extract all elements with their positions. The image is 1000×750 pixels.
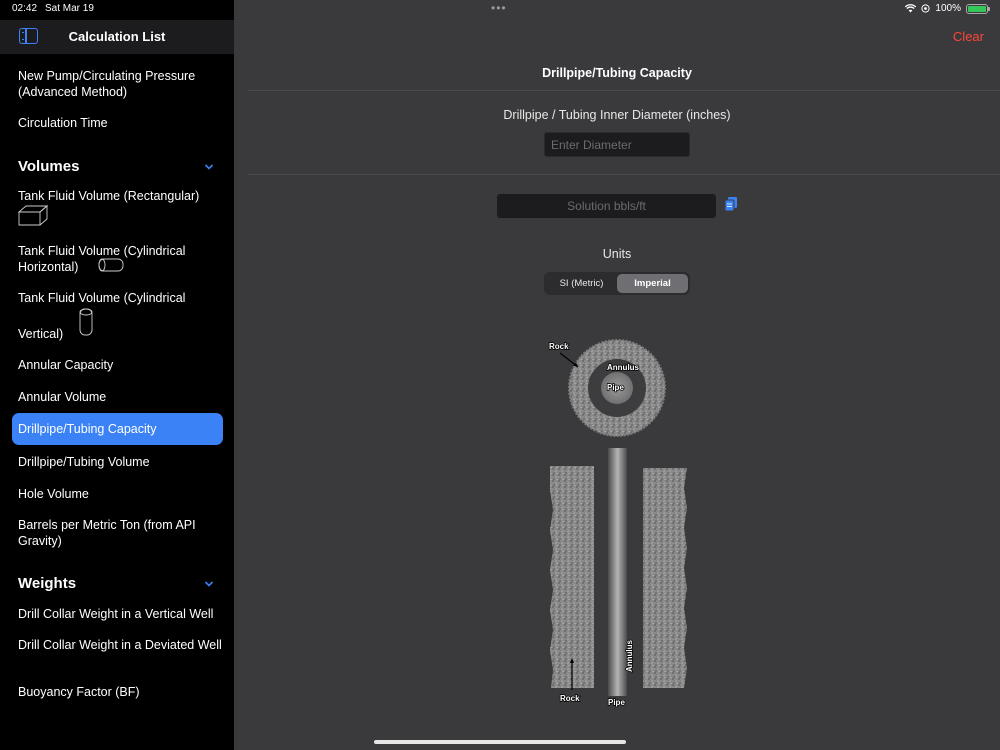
units-segmented-control: SI (Metric) Imperial bbox=[544, 272, 690, 295]
sidebar-item-circulation-time[interactable]: Circulation Time bbox=[18, 115, 223, 131]
sidebar-item-buoyancy[interactable]: Buoyancy Factor (BF) bbox=[18, 684, 223, 700]
pipe-diagram: Annulus Pipe Rock Annulus Rock Pipe bbox=[548, 339, 687, 708]
sidebar-item-new-pump-pressure[interactable]: New Pump/Circulating Pressure (Advanced … bbox=[18, 68, 223, 100]
sidebar-item-collar-deviated[interactable]: Drill Collar Weight in a Deviated Well bbox=[18, 637, 223, 653]
battery-icon bbox=[966, 3, 990, 14]
status-date: Sat Mar 19 bbox=[45, 3, 94, 14]
battery-percent: 100% bbox=[935, 3, 961, 14]
page-title: Drillpipe/Tubing Capacity bbox=[542, 66, 692, 80]
box-shape-icon bbox=[18, 205, 48, 226]
main-panel: Clear Drillpipe/Tubing Capacity Drillpip… bbox=[234, 0, 1000, 750]
status-bar: 02:42 Sat Mar 19 ••• 100% bbox=[0, 0, 1000, 20]
sidebar-title: Calculation List bbox=[68, 29, 166, 44]
sidebar-header: Calculation List bbox=[0, 20, 234, 54]
units-option-si[interactable]: SI (Metric) bbox=[546, 274, 617, 293]
sidebar-item-hole-volume[interactable]: Hole Volume bbox=[18, 486, 223, 502]
sidebar: Calculation List New Pump/Circulating Pr… bbox=[0, 0, 234, 750]
home-indicator[interactable] bbox=[374, 740, 626, 744]
longitudinal-section bbox=[550, 448, 687, 696]
clear-button[interactable]: Clear bbox=[953, 29, 984, 44]
diameter-label: Drillpipe / Tubing Inner Diameter (inche… bbox=[503, 108, 731, 122]
sidebar-item-barrels-per-ton[interactable]: Barrels per Metric Ton (from API Gravity… bbox=[18, 517, 223, 549]
sidebar-item-tank-cyl-vertical-line1[interactable]: Tank Fluid Volume (Cylindrical bbox=[18, 290, 223, 306]
vertical-cylinder-icon bbox=[79, 308, 93, 336]
sidebar-item-annular-capacity[interactable]: Annular Capacity bbox=[18, 357, 223, 373]
copy-icon[interactable] bbox=[724, 196, 738, 212]
horizontal-cylinder-icon bbox=[98, 258, 124, 272]
status-time: 02:42 bbox=[12, 3, 38, 14]
divider bbox=[248, 174, 1000, 175]
sidebar-item-annular-volume[interactable]: Annular Volume bbox=[18, 389, 223, 405]
solution-field: Solution bbls/ft bbox=[497, 194, 716, 218]
wifi-icon bbox=[905, 4, 917, 13]
units-option-imperial[interactable]: Imperial bbox=[617, 274, 688, 293]
pipe-label-top: Pipe bbox=[607, 383, 624, 392]
multitasking-dots-icon[interactable]: ••• bbox=[491, 1, 507, 15]
chevron-down-icon[interactable] bbox=[204, 162, 214, 172]
divider bbox=[248, 90, 1000, 91]
sidebar-item-tank-cyl-vertical-line2[interactable]: Vertical) bbox=[18, 326, 223, 342]
units-label: Units bbox=[602, 247, 632, 261]
sidebar-item-collar-vertical[interactable]: Drill Collar Weight in a Vertical Well bbox=[18, 606, 223, 622]
status-right: 100% bbox=[905, 3, 990, 14]
sidebar-item-drillpipe-capacity[interactable]: Drillpipe/Tubing Capacity bbox=[18, 421, 223, 437]
diameter-input[interactable] bbox=[544, 132, 690, 157]
annulus-label-side: Annulus bbox=[625, 639, 634, 672]
rock-label-top: Rock bbox=[549, 342, 569, 351]
sidebar-item-drillpipe-volume[interactable]: Drillpipe/Tubing Volume bbox=[18, 454, 223, 470]
pipe-label-bottom: Pipe bbox=[608, 698, 625, 707]
annulus-label-top: Annulus bbox=[607, 363, 640, 372]
sidebar-item-tank-rectangular[interactable]: Tank Fluid Volume (Rectangular) bbox=[18, 188, 223, 204]
section-header-volumes[interactable]: Volumes bbox=[18, 158, 79, 175]
chevron-down-icon[interactable] bbox=[204, 579, 214, 589]
rock-label-bottom: Rock bbox=[560, 694, 580, 703]
section-header-weights[interactable]: Weights bbox=[18, 575, 76, 592]
location-lock-icon bbox=[921, 4, 931, 13]
